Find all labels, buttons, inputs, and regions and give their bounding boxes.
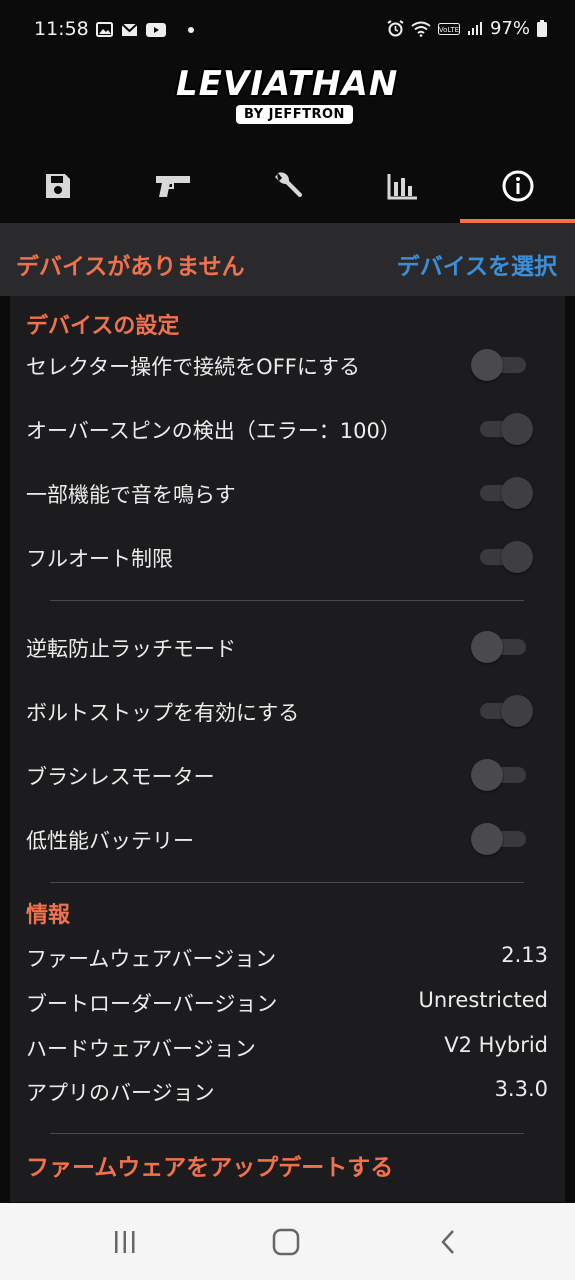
divider	[50, 882, 524, 883]
divider	[50, 1133, 524, 1134]
system-nav-bar	[0, 1203, 575, 1280]
tab-stats[interactable]	[345, 148, 460, 223]
update-firmware-button[interactable]: ファームウェアをアップデートする	[26, 1148, 393, 1182]
image-icon	[96, 22, 113, 37]
info-label: ファームウェアバージョン	[26, 947, 277, 971]
youtube-icon	[146, 22, 166, 37]
setting-label: 低性能バッテリー	[26, 829, 194, 853]
status-time: 11:58	[34, 18, 89, 40]
select-device-button[interactable]: デバイスを選択	[397, 247, 557, 281]
toggle-bolt-stop[interactable]	[476, 694, 533, 727]
tab-save[interactable]	[0, 148, 115, 223]
recents-icon[interactable]	[112, 1229, 138, 1255]
device-settings-title: デバイスの設定	[26, 314, 180, 339]
info-value: 3.3.0	[494, 1077, 548, 1101]
volte-icon: VoLTE	[437, 22, 460, 35]
svg-text:VoLTE: VoLTE	[439, 26, 459, 34]
alarm-icon	[387, 20, 404, 37]
app-header: LEVIATHAN BY JEFFTRON	[0, 60, 575, 135]
app-logo: LEVIATHAN BY JEFFTRON	[176, 64, 399, 124]
setting-label: フルオート制限	[26, 547, 173, 571]
setting-label: セレクター操作で接続をOFFにする	[26, 355, 361, 379]
logo-subtitle: BY JEFFTRON	[236, 105, 353, 124]
device-bar: デバイスがありません デバイスを選択	[0, 223, 575, 296]
info-icon	[502, 170, 533, 201]
wrench-icon	[274, 171, 302, 197]
info-value: 2.13	[501, 943, 548, 967]
toggle-full-auto-limit[interactable]	[476, 540, 533, 573]
setting-label: 逆転防止ラッチモード	[26, 637, 236, 661]
info-label: アプリのバージョン	[26, 1081, 215, 1105]
tab-blaster[interactable]	[115, 148, 230, 223]
toggle-brushless-motor[interactable]	[471, 758, 528, 791]
settings-panel: デバイスの設定 セレクター操作で接続をOFFにする オーバースピンの検出（エラー…	[10, 296, 565, 1202]
mail-icon	[121, 22, 138, 36]
setting-label: 一部機能で音を鳴らす	[26, 483, 236, 507]
save-icon	[45, 173, 70, 198]
setting-label: ボルトストップを有効にする	[26, 701, 300, 725]
bar-chart-icon	[387, 173, 417, 199]
toggle-overspin-detect[interactable]	[476, 412, 533, 445]
info-label: ハードウェアバージョン	[26, 1037, 256, 1061]
battery-icon	[537, 20, 547, 37]
info-value: Unrestricted	[418, 988, 548, 1012]
signal-icon	[467, 22, 482, 35]
toggle-sound[interactable]	[476, 476, 533, 509]
device-status: デバイスがありません	[16, 254, 245, 280]
back-icon[interactable]	[438, 1228, 458, 1256]
tab-info[interactable]	[460, 148, 575, 223]
notification-dot-icon	[188, 26, 194, 33]
setting-label: ブラシレスモーター	[26, 765, 215, 789]
toggle-disconnect-on-selector[interactable]	[471, 348, 528, 381]
info-value: V2 Hybrid	[444, 1033, 548, 1057]
tab-bar	[0, 148, 575, 223]
battery-percent: 97%	[489, 18, 530, 39]
toggle-anti-reverse-latch[interactable]	[471, 630, 528, 663]
home-icon[interactable]	[272, 1228, 300, 1256]
gun-icon	[155, 175, 190, 197]
status-bar: 11:58 VoLTE 97%	[0, 0, 575, 60]
divider	[50, 600, 524, 601]
wifi-icon	[411, 21, 431, 37]
info-title: 情報	[26, 903, 71, 928]
logo-title: LEVIATHAN	[176, 64, 399, 104]
setting-label: オーバースピンの検出（エラー：100）	[26, 419, 401, 443]
toggle-low-battery[interactable]	[471, 822, 528, 855]
tab-tools[interactable]	[230, 148, 345, 223]
info-label: ブートローダーバージョン	[26, 992, 278, 1016]
